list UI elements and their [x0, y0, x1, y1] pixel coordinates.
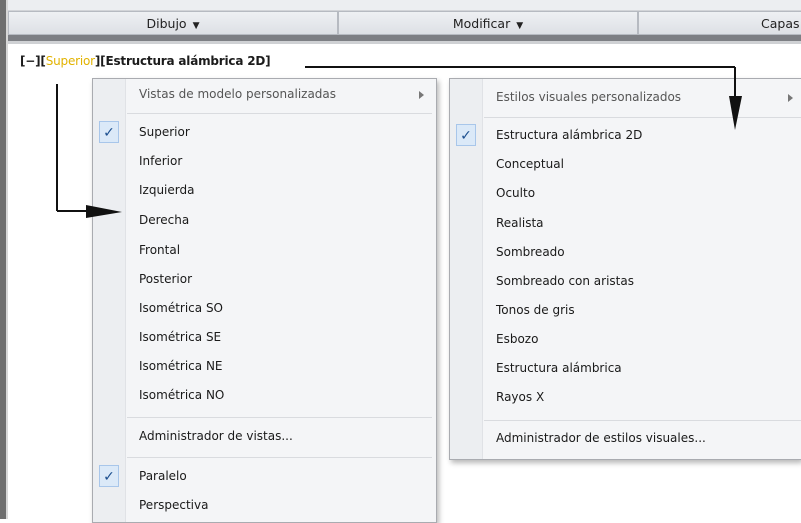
annotation-arrows	[56, 66, 742, 218]
annotation-arrow-icon	[729, 96, 742, 130]
annotation-arrow-icon	[86, 205, 122, 218]
